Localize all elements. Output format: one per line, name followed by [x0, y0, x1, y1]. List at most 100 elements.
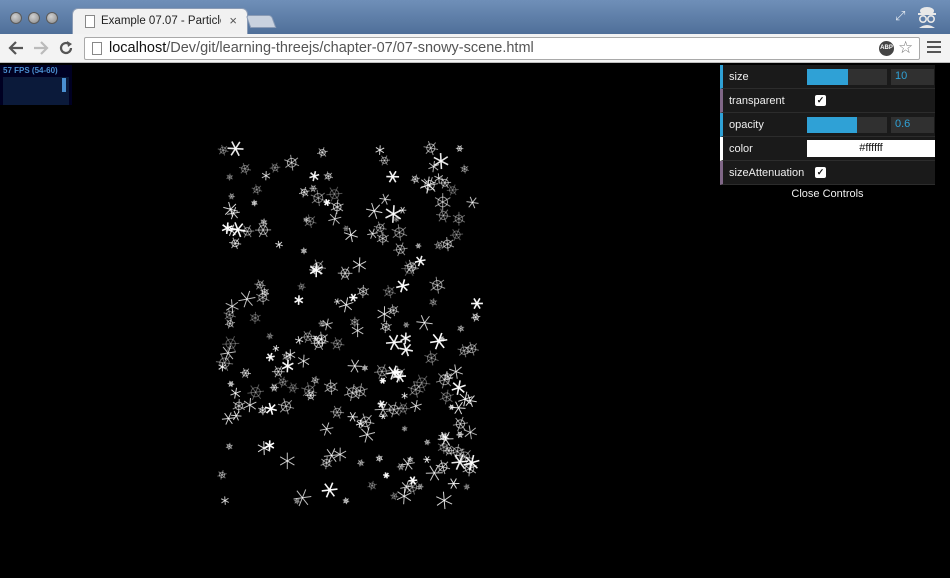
snowflake-particle [319, 422, 334, 436]
forward-arrow-icon[interactable] [33, 41, 49, 55]
gui-label: transparent [729, 95, 785, 107]
snowflake-particle [256, 290, 270, 305]
snowflake-particle [435, 371, 454, 389]
snowflake-particle [309, 170, 320, 182]
snowflake-particle [393, 242, 408, 257]
close-controls-button[interactable]: Close Controls [720, 185, 935, 203]
snowflake-particle [309, 184, 318, 193]
snowflake-particle [361, 364, 369, 372]
snowflake-particle [351, 324, 364, 338]
snowflake-particle [222, 335, 240, 352]
snowflake-particle [337, 266, 353, 280]
snowflake-particle [321, 482, 338, 498]
snowflake-particle [243, 397, 257, 413]
snowflake-particle [264, 440, 275, 451]
snowflake-particle [265, 352, 275, 362]
size-slider[interactable] [807, 69, 887, 85]
gui-label: color [729, 143, 753, 155]
address-bar[interactable]: localhost/Dev/git/learning-threejs/chapt… [84, 37, 920, 60]
gui-row-transparent[interactable]: transparent ✓ [720, 89, 935, 113]
snowflake-particle [258, 405, 268, 416]
snowflake-particle [251, 184, 263, 195]
snowflake-particle [385, 205, 402, 223]
snowflake-particle [383, 472, 390, 479]
snowflake-particle [416, 315, 433, 331]
snowflake-particle [272, 345, 280, 352]
snowflake-particle [375, 145, 385, 155]
snowflake-particle [317, 147, 328, 158]
snowflake-particle [347, 359, 362, 373]
snowflake-particle [452, 211, 466, 226]
snowflake-particle [379, 320, 392, 334]
snowflake-particle [279, 452, 295, 470]
snowflake-particle [471, 297, 483, 310]
tab-title: Example 07.07 - Particles [101, 15, 221, 27]
minimize-window-button[interactable] [28, 12, 40, 24]
snowflake-particle [357, 413, 375, 431]
opacity-input[interactable]: 0.6 [891, 117, 934, 133]
snowflake-particle [402, 321, 410, 329]
snowflake-particle [297, 354, 310, 368]
snowflake-particle [223, 308, 236, 322]
snowflake-particle [428, 160, 440, 173]
snowflake-particle [347, 411, 358, 422]
snowflake-particle [423, 140, 439, 156]
snowflake-particle [430, 332, 448, 350]
hamburger-menu-icon[interactable] [927, 41, 941, 55]
adblock-icon[interactable]: ABP [879, 41, 894, 56]
snowflake-particle [410, 174, 421, 184]
snowflake-particle [438, 176, 452, 189]
snowflake-particle [382, 284, 396, 299]
snowflake-particle [379, 193, 391, 205]
transparent-checkbox[interactable]: ✓ [815, 95, 826, 106]
gui-row-opacity[interactable]: opacity 0.6 [720, 113, 935, 137]
snowflake-particle [352, 257, 367, 273]
new-tab-button[interactable] [245, 15, 277, 28]
bookmark-star-icon[interactable]: ☆ [898, 38, 913, 58]
size-input[interactable]: 10 [891, 69, 934, 85]
opacity-slider[interactable] [807, 117, 887, 133]
snowflake-particle [300, 247, 308, 255]
snowflake-particle [378, 155, 391, 166]
snowflake-particle [220, 496, 230, 505]
page-info-icon[interactable] [92, 42, 102, 55]
fps-stats-panel[interactable]: 57 FPS (54-60) [0, 65, 72, 105]
gui-label: sizeAttenuation [729, 167, 805, 179]
url-text[interactable]: localhost/Dev/git/learning-threejs/chapt… [109, 40, 534, 56]
gui-row-size[interactable]: size 10 [720, 65, 935, 89]
fullscreen-icon[interactable]: ⤢ [895, 8, 909, 23]
back-arrow-icon[interactable] [8, 41, 24, 55]
color-input[interactable]: #ffffff [807, 140, 935, 157]
gui-label: size [729, 71, 749, 83]
snowflake-particle [275, 240, 283, 249]
snowflake-particle [365, 202, 383, 219]
snowflake-particle [396, 462, 405, 471]
snowflake-particle [238, 290, 256, 308]
snowflake-particle [238, 162, 252, 175]
snowflake-particle [225, 442, 233, 451]
snowflake-particle [447, 478, 460, 489]
browser-tab[interactable]: Example 07.07 - Particles × [72, 8, 248, 34]
snowflake-particle [298, 186, 310, 198]
zoom-window-button[interactable] [46, 12, 58, 24]
webgl-viewport[interactable]: 57 FPS (54-60) size 10 transparent ✓ opa… [0, 63, 950, 578]
gui-label: opacity [729, 119, 764, 131]
snowflake-particle [438, 431, 449, 442]
snowflake-particle [249, 311, 261, 324]
snowflake-particle [367, 480, 377, 491]
snowflake-particle [436, 208, 451, 223]
tab-close-icon[interactable]: × [229, 13, 237, 28]
snowflake-particle [424, 438, 431, 446]
snowflake-particle [357, 459, 365, 467]
close-window-button[interactable] [10, 12, 22, 24]
gui-row-size-attenuation[interactable]: sizeAttenuation ✓ [720, 161, 935, 185]
snowflake-particle [323, 171, 334, 182]
gui-row-color[interactable]: color #ffffff [720, 137, 935, 161]
snowflake-particle [330, 405, 345, 419]
snowflake-particle [294, 295, 304, 305]
snowflake-particle [423, 455, 431, 464]
snowflake-particle [293, 489, 312, 507]
size-attenuation-checkbox[interactable]: ✓ [815, 167, 826, 178]
reload-icon[interactable] [58, 40, 74, 56]
snowflake-particle [328, 212, 342, 226]
